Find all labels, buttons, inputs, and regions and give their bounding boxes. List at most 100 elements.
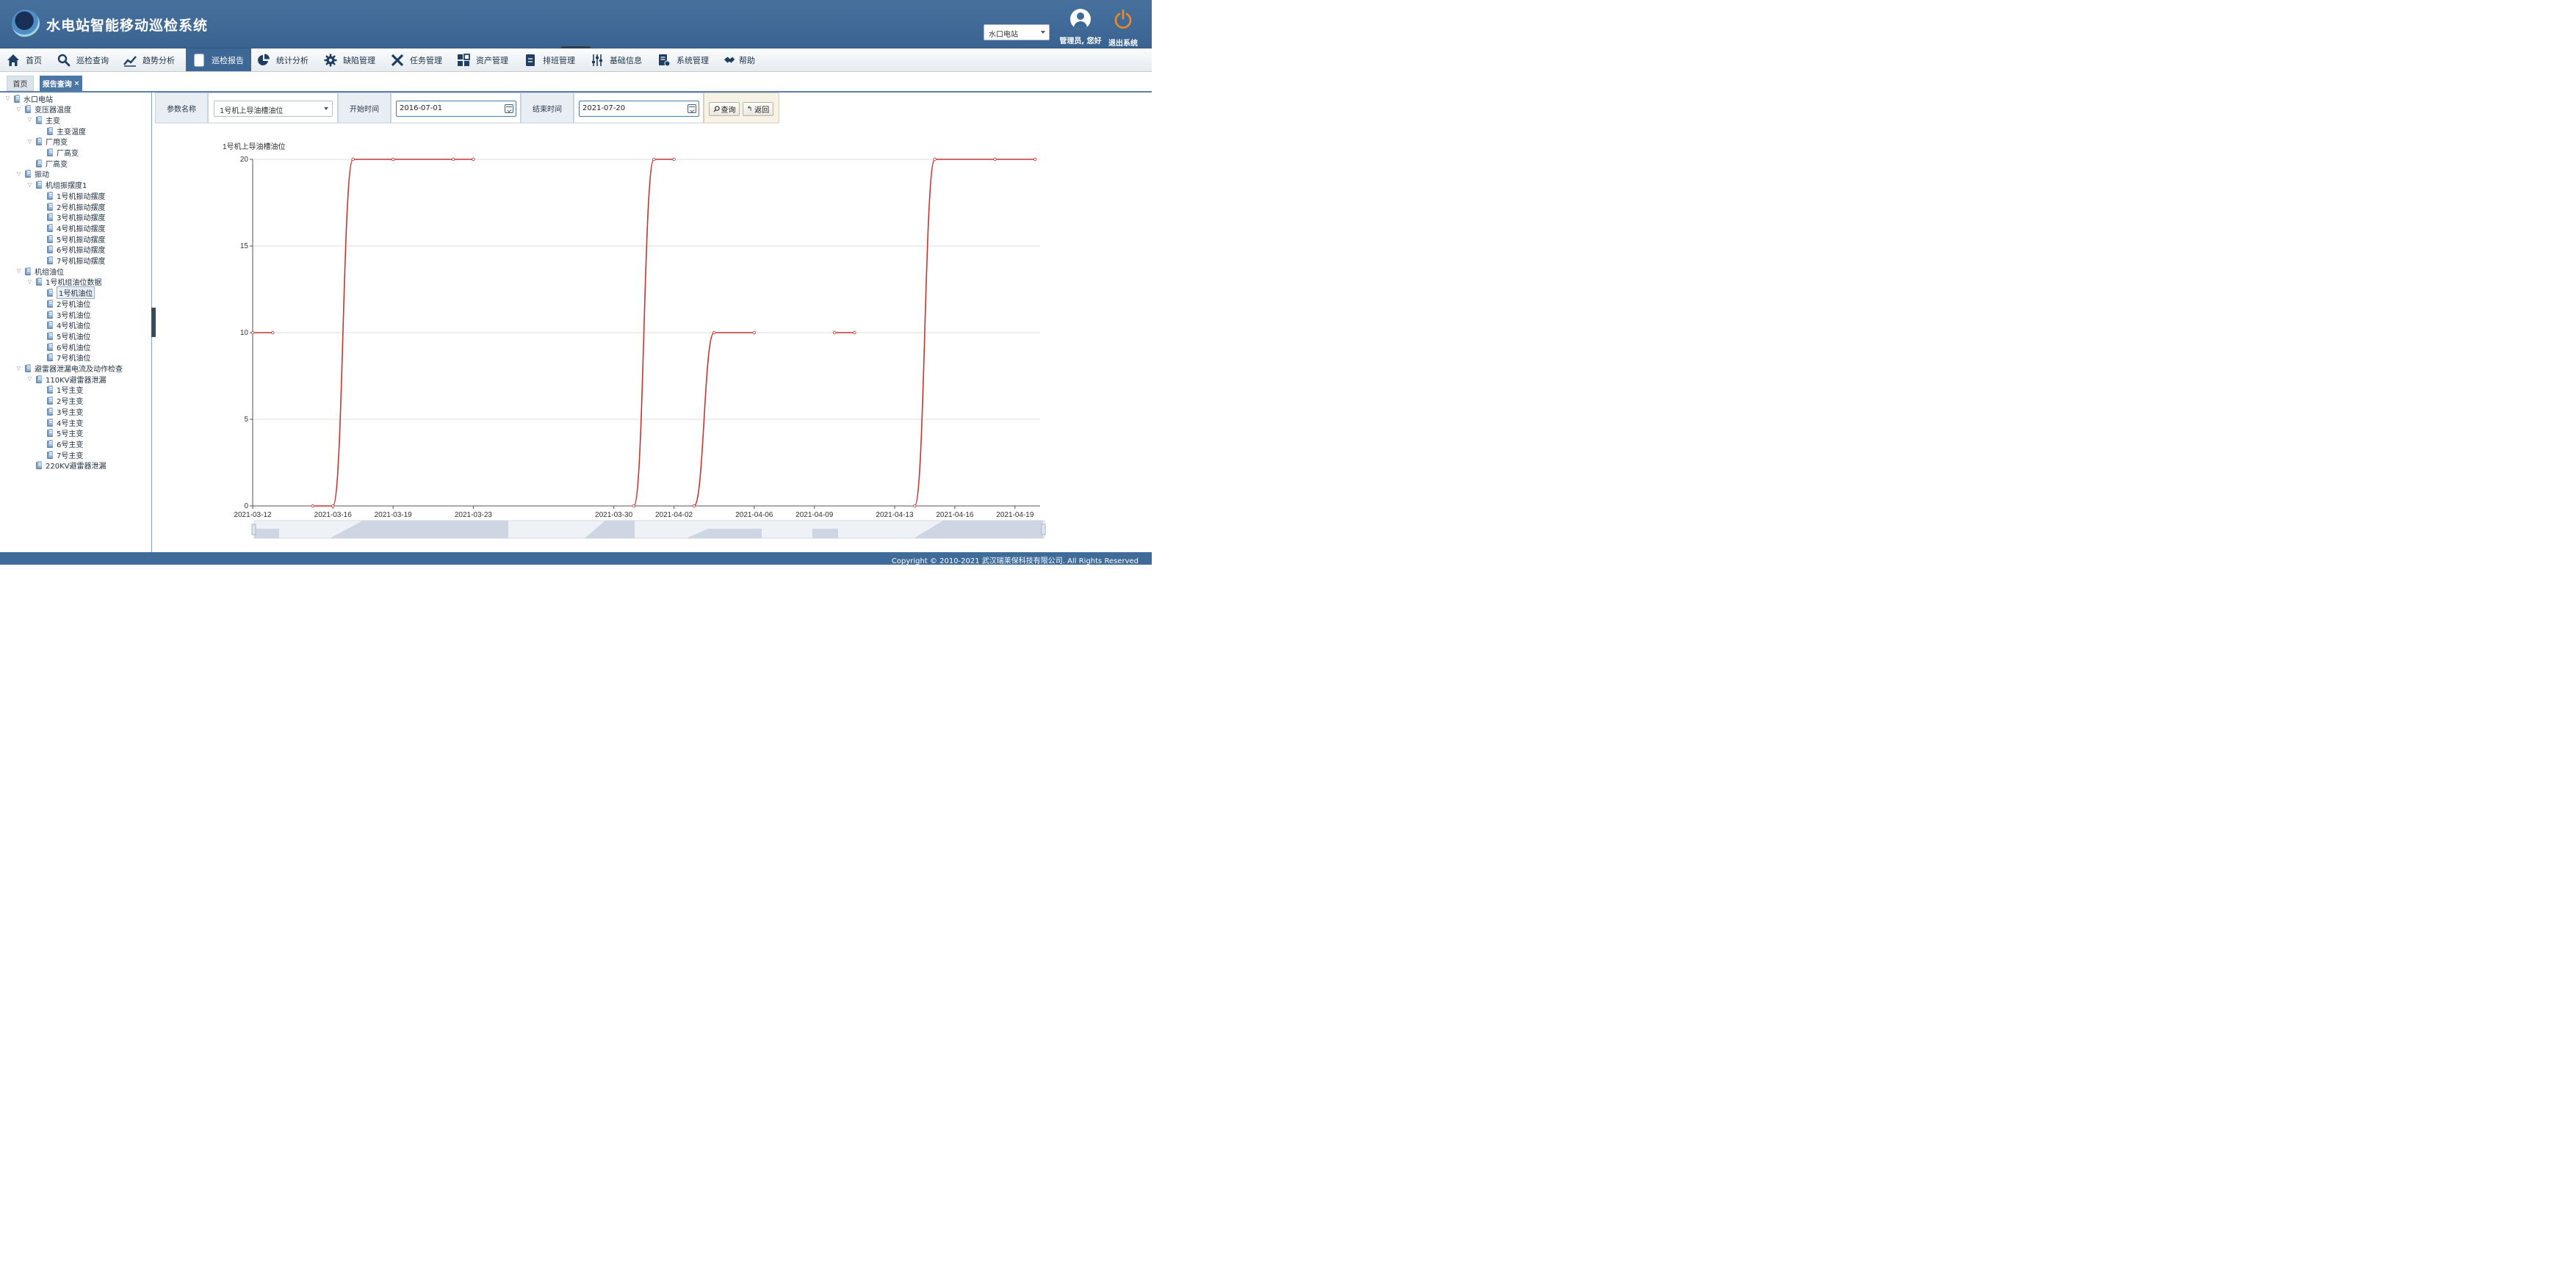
- logout-button[interactable]: 退出系统: [1106, 9, 1140, 48]
- tree-node[interactable]: 4号机油位: [37, 320, 90, 330]
- tree-node[interactable]: 4号机振动摆度: [37, 222, 105, 234]
- back-button[interactable]: ↰ 返回: [743, 102, 773, 116]
- calendar-icon[interactable]: [688, 104, 696, 113]
- end-time-label: 结束时间: [521, 93, 574, 123]
- tree-node[interactable]: 5号机油位: [37, 330, 90, 341]
- query-button[interactable]: 查询: [709, 102, 740, 116]
- calendar-icon[interactable]: [505, 104, 513, 113]
- tree-node[interactable]: ▽ 1号机组油位数据: [26, 277, 101, 287]
- tree-node[interactable]: ▽ 厂用变: [26, 137, 68, 147]
- nav-system-management[interactable]: 系统管理: [657, 48, 718, 71]
- nav-defect-management[interactable]: 缺陷管理: [324, 48, 384, 71]
- station-select[interactable]: 水口电站: [984, 24, 1050, 40]
- tree-node-label: 110KV避雷器泄漏: [46, 376, 107, 385]
- tree-node[interactable]: ▽ 振动: [15, 169, 49, 179]
- nav-asset-management[interactable]: 资产管理: [457, 48, 517, 71]
- device-node-icon: [47, 310, 53, 319]
- tree-node-label: 振动: [35, 171, 49, 180]
- param-select[interactable]: 1号机上导油槽油位: [214, 101, 333, 117]
- tree-node[interactable]: 2号机油位: [37, 298, 90, 309]
- expand-toggle-icon[interactable]: ▽: [15, 106, 22, 112]
- x-tick-label: 2021-04-16: [936, 511, 974, 519]
- user-greeting: 管理员, 您好: [1059, 37, 1102, 46]
- expand-toggle-icon[interactable]: ▽: [26, 181, 33, 188]
- tree-node[interactable]: 3号机油位: [37, 309, 90, 320]
- nav-inspection-report[interactable]: 巡检报告: [186, 48, 251, 71]
- tree-node[interactable]: 2号主变: [37, 396, 83, 406]
- tree-node[interactable]: ▽ 变压器温度: [15, 104, 71, 115]
- tree-node[interactable]: 厂高变: [37, 148, 79, 158]
- param-select-value: 1号机上导油槽油位: [220, 107, 284, 115]
- expand-toggle-icon[interactable]: ▽: [15, 170, 22, 177]
- data-point: [933, 157, 937, 162]
- nav-statistics[interactable]: 统计分析: [257, 48, 317, 71]
- nav-shift-management[interactable]: 排班管理: [524, 48, 584, 71]
- tree-node[interactable]: 2号机振动摆度: [37, 201, 105, 212]
- tree-node[interactable]: 5号机振动摆度: [37, 234, 105, 245]
- tree-node[interactable]: ▽ 机组油位: [15, 266, 64, 277]
- tree-node[interactable]: 220KV避雷器泄漏: [26, 460, 107, 471]
- tree-node[interactable]: 主变温度: [37, 126, 86, 137]
- nav-home[interactable]: 首页: [7, 48, 51, 71]
- tree-node[interactable]: 5号主变: [37, 428, 83, 438]
- data-point: [832, 330, 837, 335]
- nav-label: 统计分析: [276, 55, 309, 65]
- end-date-input[interactable]: 2021-07-20: [579, 101, 699, 117]
- x-tick-label: 2021-04-02: [655, 511, 693, 519]
- nav-task-management[interactable]: 任务管理: [391, 48, 451, 71]
- start-date-value: 2016-07-01: [400, 104, 443, 112]
- tree-node[interactable]: 4号主变: [37, 417, 83, 428]
- tree-node[interactable]: 3号机振动摆度: [37, 212, 105, 222]
- tree-node[interactable]: 1号机振动摆度: [37, 190, 105, 201]
- start-date-input[interactable]: 2016-07-01: [396, 101, 516, 117]
- tree-node[interactable]: 6号主变: [37, 438, 83, 449]
- tree-node[interactable]: 7号机振动摆度: [37, 256, 105, 266]
- expand-toggle-icon[interactable]: ▽: [4, 95, 11, 102]
- tab-report-query[interactable]: 报告查询 ×: [40, 76, 82, 91]
- user-menu[interactable]: 管理员, 您好: [1058, 9, 1103, 46]
- tree-node-label: 7号机振动摆度: [57, 258, 106, 266]
- tree-node-label: 2号主变: [57, 398, 84, 407]
- device-node-icon: [47, 148, 53, 156]
- data-point: [1033, 157, 1037, 162]
- tree-node[interactable]: 6号机油位: [37, 341, 90, 352]
- datazoom-handle-right[interactable]: [1041, 524, 1046, 535]
- expand-toggle-icon[interactable]: ▽: [26, 138, 33, 145]
- tree-node[interactable]: 3号主变: [37, 406, 83, 417]
- device-node-icon: [25, 105, 31, 114]
- tree-node[interactable]: ▽ 避雷器泄漏电流及动作检查: [15, 363, 123, 374]
- device-node-icon: [47, 429, 53, 438]
- nav-inspection-query[interactable]: 巡检查询: [57, 48, 118, 71]
- datazoom-handle-left[interactable]: [251, 524, 256, 535]
- device-node-icon: [47, 450, 53, 459]
- tree-node[interactable]: ▽ 水口电站: [4, 93, 53, 104]
- tree-node[interactable]: 厂高变: [26, 158, 68, 169]
- tree-node[interactable]: 1号机油位: [37, 286, 95, 300]
- nav-trend-analysis[interactable]: 趋势分析: [123, 48, 184, 71]
- tab-home[interactable]: 首页: [7, 76, 34, 91]
- tree-node[interactable]: 6号机振动摆度: [37, 245, 105, 255]
- close-icon[interactable]: ×: [74, 80, 80, 87]
- expand-toggle-icon[interactable]: ▽: [26, 278, 33, 285]
- filter-bar: 参数名称 1号机上导油槽油位 开始时间 2016-07-01 结束时间 2021…: [155, 93, 779, 123]
- nav-basic-info[interactable]: 基础信息: [591, 48, 651, 71]
- nav-help[interactable]: 帮助: [723, 48, 760, 71]
- tree-node[interactable]: ▽ 主变: [26, 115, 60, 126]
- expand-toggle-icon[interactable]: ▽: [26, 117, 33, 123]
- tree-node[interactable]: 1号主变: [37, 385, 83, 395]
- expand-toggle-icon[interactable]: ▽: [15, 268, 22, 275]
- tree-node[interactable]: ▽ 110KV避雷器泄漏: [26, 374, 107, 385]
- tree-node[interactable]: ▽ 机组振摆度1: [26, 180, 87, 190]
- grid-icon: [457, 53, 470, 67]
- home-icon: [7, 54, 20, 67]
- copyright-text: Copyright © 2010-2021 武汉瑞莱保科技有限公司. All R…: [891, 557, 1139, 565]
- tree-node[interactable]: 7号主变: [37, 449, 83, 460]
- back-arrow-icon: ↰: [746, 105, 753, 113]
- tree-node[interactable]: 7号机油位: [37, 352, 90, 363]
- expand-toggle-icon[interactable]: ▽: [26, 376, 33, 383]
- expand-toggle-icon[interactable]: ▽: [15, 365, 22, 372]
